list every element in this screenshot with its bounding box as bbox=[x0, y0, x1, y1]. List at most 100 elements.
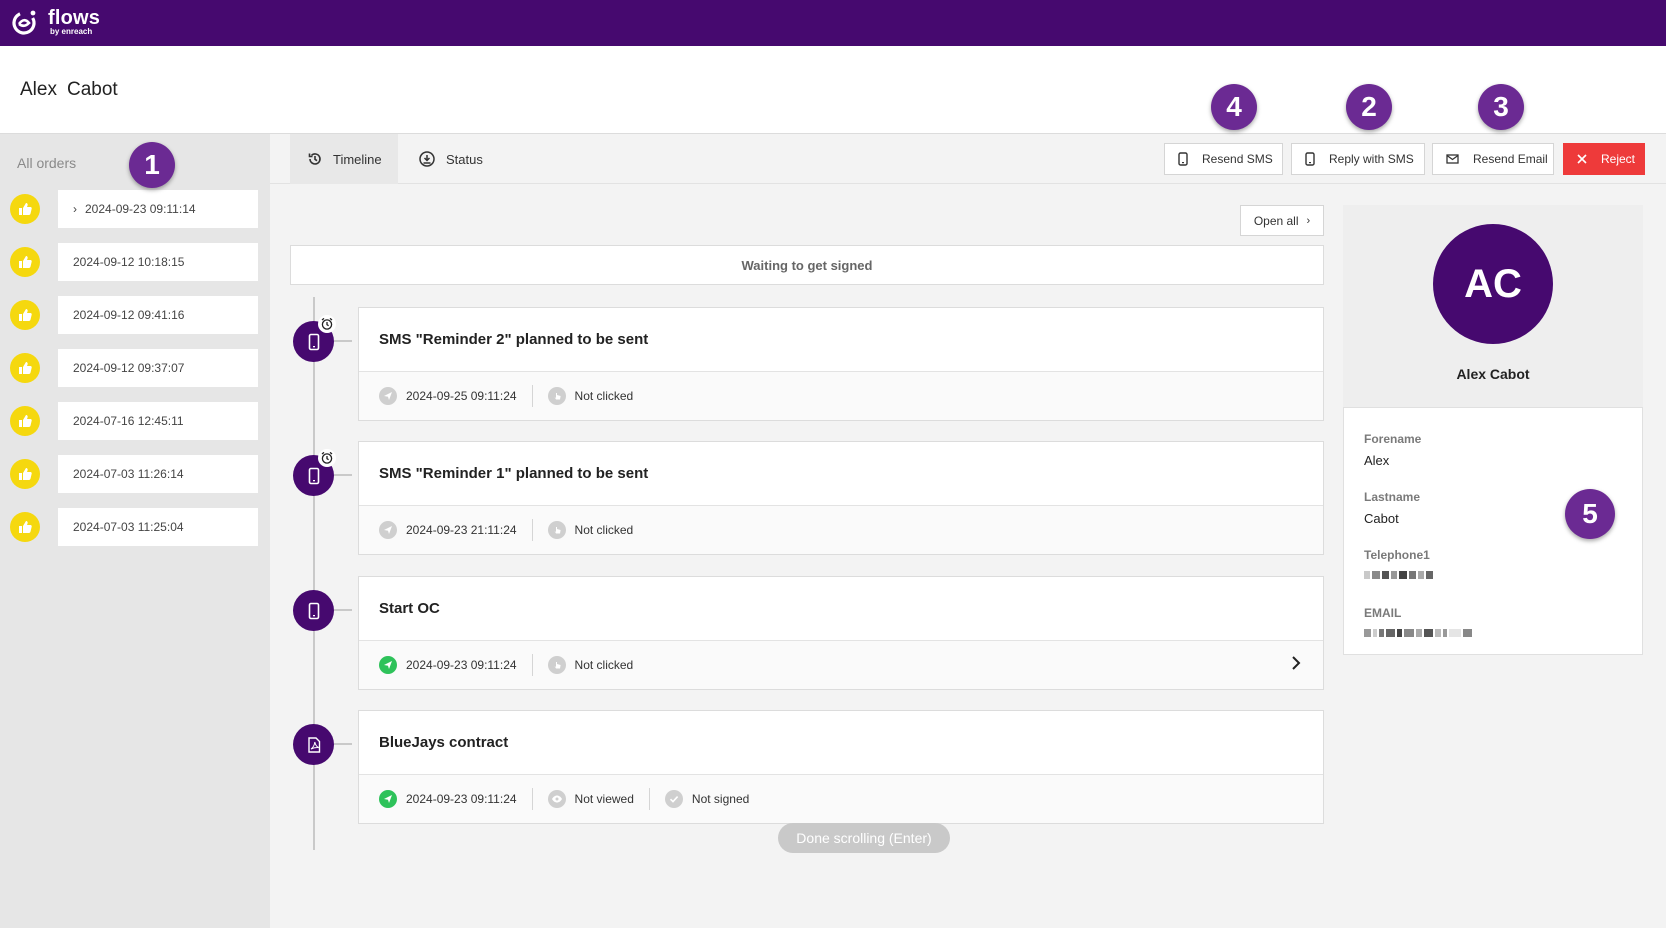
thumbs-up-icon bbox=[10, 247, 40, 277]
customer-lastname: Cabot bbox=[66, 79, 118, 100]
field-label: Telephone1 bbox=[1364, 548, 1430, 562]
event-title: SMS "Reminder 1" planned to be sent bbox=[359, 442, 1323, 506]
alarm-clock-icon bbox=[318, 315, 336, 333]
order-item[interactable]: › 2024-09-23 09:11:14 bbox=[10, 190, 258, 228]
send-icon bbox=[379, 790, 397, 808]
send-icon bbox=[379, 387, 397, 405]
order-date: 2024-09-12 10:18:15 bbox=[73, 255, 185, 269]
alarm-clock-icon bbox=[318, 449, 336, 467]
sent-date: 2024-09-25 09:11:24 bbox=[406, 389, 517, 403]
flows-logo-icon bbox=[12, 10, 36, 35]
chevron-right-icon: › bbox=[73, 202, 77, 216]
sent-date: 2024-09-23 09:11:24 bbox=[406, 792, 517, 806]
status-icon bbox=[419, 151, 435, 167]
click-status: Not clicked bbox=[574, 658, 634, 672]
click-status: Not clicked bbox=[574, 523, 634, 537]
chevron-right-icon: › bbox=[1306, 214, 1311, 227]
order-date: 2024-09-12 09:41:16 bbox=[73, 308, 185, 322]
orders-sidebar: All orders › 2024-09-23 09:11:14 2024-09-… bbox=[0, 134, 270, 928]
logo-title: flows bbox=[48, 7, 101, 29]
reject-label: Reject bbox=[1601, 152, 1636, 166]
order-item[interactable]: 2024-07-03 11:26:14 bbox=[10, 455, 258, 493]
resend-sms-button[interactable]: Resend SMS bbox=[1164, 143, 1283, 175]
order-item[interactable]: 2024-09-12 09:37:07 bbox=[10, 349, 258, 387]
timeline-event[interactable]: Start OC 2024-09-23 09:11:24 Not clicked bbox=[358, 576, 1324, 690]
callout-badge-1: 1 bbox=[129, 142, 175, 188]
send-icon bbox=[379, 521, 397, 539]
done-scrolling-toast[interactable]: Done scrolling (Enter) bbox=[778, 823, 950, 853]
thumbs-up-icon bbox=[10, 406, 40, 436]
timeline-event[interactable]: SMS "Reminder 2" planned to be sent 2024… bbox=[358, 307, 1324, 421]
order-date: 2024-07-03 11:26:14 bbox=[73, 467, 184, 481]
avatar: AC bbox=[1433, 224, 1553, 344]
timeline-event[interactable]: SMS "Reminder 1" planned to be sent 2024… bbox=[358, 441, 1324, 555]
phone-icon bbox=[308, 333, 319, 350]
thumbs-up-icon bbox=[10, 194, 40, 224]
sign-status: Not signed bbox=[691, 792, 750, 806]
thumbs-up-icon bbox=[10, 300, 40, 330]
close-icon bbox=[1577, 154, 1587, 164]
reject-button[interactable]: Reject bbox=[1563, 143, 1645, 175]
order-item[interactable]: 2024-09-12 10:18:15 bbox=[10, 243, 258, 281]
profile-summary: AC Alex Cabot bbox=[1343, 205, 1643, 407]
redacted-email bbox=[1364, 629, 1472, 639]
order-date: 2024-07-03 11:25:04 bbox=[73, 520, 184, 534]
thumbs-up-icon bbox=[10, 353, 40, 383]
sidebar-title: All orders bbox=[17, 155, 77, 171]
tab-timeline[interactable]: Timeline bbox=[290, 134, 398, 184]
customer-name: Alex Cabot bbox=[20, 79, 118, 101]
phone-icon bbox=[1178, 152, 1188, 166]
resend-sms-label: Resend SMS bbox=[1202, 152, 1273, 166]
open-all-label: Open all bbox=[1253, 213, 1299, 228]
field-label: EMAIL bbox=[1364, 606, 1402, 620]
field-label: Lastname bbox=[1364, 490, 1421, 504]
chevron-right-icon[interactable] bbox=[1291, 655, 1301, 676]
resend-email-button[interactable]: Resend Email bbox=[1432, 143, 1554, 175]
history-icon bbox=[308, 153, 321, 165]
timeline-node bbox=[293, 724, 334, 765]
callout-badge-3: 3 bbox=[1478, 84, 1524, 130]
order-item[interactable]: 2024-09-12 09:41:16 bbox=[10, 296, 258, 334]
phone-icon bbox=[308, 602, 319, 619]
open-all-button[interactable]: Open all › bbox=[1240, 205, 1324, 236]
check-icon bbox=[664, 790, 683, 808]
click-status: Not clicked bbox=[574, 389, 634, 403]
eye-icon bbox=[547, 790, 566, 808]
mail-icon bbox=[1446, 154, 1459, 164]
send-icon bbox=[379, 656, 397, 674]
click-icon bbox=[547, 521, 566, 539]
event-title: Start OC bbox=[359, 577, 1323, 641]
view-status: Not viewed bbox=[574, 792, 634, 806]
field-value: Cabot bbox=[1364, 511, 1399, 526]
click-icon bbox=[547, 656, 566, 674]
thumbs-up-icon bbox=[10, 512, 40, 542]
profile-name: Alex Cabot bbox=[1456, 366, 1530, 382]
event-title: SMS "Reminder 2" planned to be sent bbox=[359, 308, 1323, 372]
timeline-node bbox=[293, 590, 334, 631]
flows-logo[interactable]: flows by enreach bbox=[10, 7, 100, 37]
sent-date: 2024-09-23 21:11:24 bbox=[406, 523, 517, 537]
customer-forename: Alex bbox=[20, 79, 57, 100]
tab-status[interactable]: Status bbox=[410, 134, 483, 184]
order-item[interactable]: 2024-07-03 11:25:04 bbox=[10, 508, 258, 546]
tab-timeline-label: Timeline bbox=[333, 151, 382, 167]
timeline-event[interactable]: BlueJays contract 2024-09-23 09:11:24 No… bbox=[358, 710, 1324, 824]
phone-icon bbox=[1305, 152, 1315, 166]
customer-header: Alex Cabot bbox=[0, 46, 1666, 134]
callout-badge-4: 4 bbox=[1211, 84, 1257, 130]
field-label: Forename bbox=[1364, 432, 1422, 446]
pdf-icon bbox=[307, 736, 320, 753]
order-date: 2024-09-12 09:37:07 bbox=[73, 361, 185, 375]
click-icon bbox=[547, 387, 566, 405]
order-date: 2024-09-23 09:11:14 bbox=[85, 202, 196, 216]
order-date: 2024-07-16 12:45:11 bbox=[73, 414, 184, 428]
logo-subtitle: by enreach bbox=[50, 27, 93, 36]
callout-badge-5: 5 bbox=[1565, 489, 1615, 539]
thumbs-up-icon bbox=[10, 459, 40, 489]
event-title: BlueJays contract bbox=[359, 711, 1323, 775]
field-value: Alex bbox=[1364, 453, 1390, 468]
callout-badge-2: 2 bbox=[1346, 84, 1392, 130]
reply-with-sms-button[interactable]: Reply with SMS bbox=[1291, 143, 1425, 175]
order-item[interactable]: 2024-07-16 12:45:11 bbox=[10, 402, 258, 440]
top-bar: flows by enreach bbox=[0, 0, 1666, 46]
